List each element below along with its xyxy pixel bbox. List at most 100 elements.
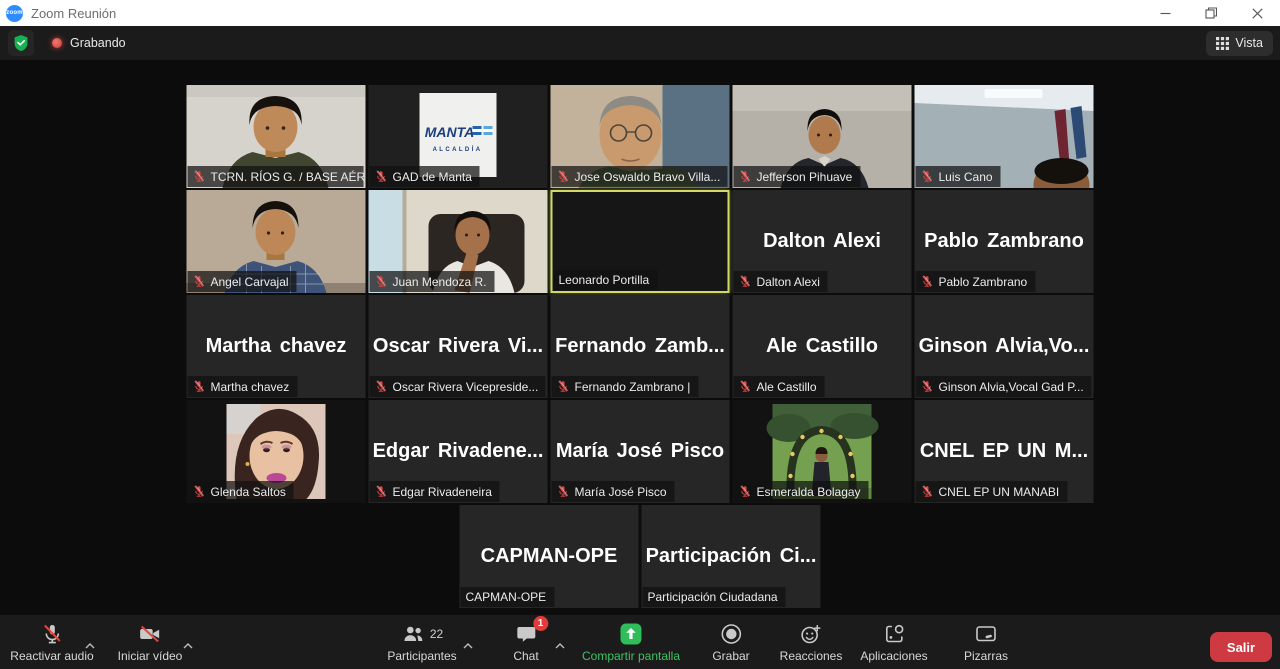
participant-tile-pablo-zambrano[interactable]: Pablo Zambrano Pablo Zambrano xyxy=(915,190,1094,293)
participant-tile-gad-de-manta[interactable]: MANTA ALCALDÍA GAD de Manta xyxy=(369,85,548,188)
participant-tile-juan-mendoza-r[interactable]: Juan Mendoza R. xyxy=(369,190,548,293)
participant-tile-jefferson-pihuave[interactable]: Jefferson Pihuave xyxy=(733,85,912,188)
gallery-grid: TCRN. RÍOS G. / BASE AÉR... MANTA ALCALD… xyxy=(187,85,1094,608)
gallery-row: CAPMAN-OPECAPMAN-OPEParticipación Ci...P… xyxy=(187,505,1094,608)
video-options-chevron[interactable] xyxy=(181,635,195,654)
unmute-audio-label: Reactivar audio xyxy=(10,649,93,663)
label-text: Pablo Zambrano xyxy=(939,276,1028,288)
gallery-row: Angel Carvajal Juan Mendoza R. Leonardo P… xyxy=(187,190,1094,293)
meeting-topbar: Grabando Vista xyxy=(0,26,1280,60)
chevron-up-icon xyxy=(463,643,473,649)
video-off-icon xyxy=(137,622,163,646)
participants-chevron[interactable] xyxy=(461,635,475,654)
apps-button[interactable]: Aplicaciones xyxy=(860,615,927,669)
mic-muted-icon xyxy=(375,380,388,393)
name-label: Edgar Rivadeneira xyxy=(370,481,500,502)
name-label: Glenda Saltos xyxy=(188,481,294,502)
participant-tile-angel-carvajal[interactable]: Angel Carvajal xyxy=(187,190,366,293)
mic-muted-icon xyxy=(193,380,206,393)
share-screen-label: Compartir pantalla xyxy=(582,649,680,663)
participant-tile-tcrn-r-os-g-base-a-r[interactable]: TCRN. RÍOS G. / BASE AÉR... xyxy=(187,85,366,188)
label-text: Leonardo Portilla xyxy=(559,274,650,286)
chat-chevron[interactable] xyxy=(553,635,567,654)
label-text: Dalton Alexi xyxy=(757,276,820,288)
participant-tile-cnel-ep-un-manabi[interactable]: CNEL EP UN M... CNEL EP UN MANABI xyxy=(915,400,1094,503)
mic-muted-icon xyxy=(193,275,206,288)
participant-tile-martha-chavez[interactable]: Martha chavez Martha chavez xyxy=(187,295,366,398)
recording-label: Grabando xyxy=(70,36,126,50)
participant-tile-mar-a-jos-pisco[interactable]: María José Pisco María José Pisco xyxy=(551,400,730,503)
name-label: María José Pisco xyxy=(552,481,675,502)
label-text: Glenda Saltos xyxy=(211,486,286,498)
meeting-toolbar: Reactivar audio Iniciar vídeo xyxy=(0,615,1280,669)
label-text: Jefferson Pihuave xyxy=(757,171,853,183)
minimize-icon xyxy=(1160,8,1171,19)
participant-tile-esmeralda-bolagay[interactable]: Esmeralda Bolagay xyxy=(733,400,912,503)
name-label: CAPMAN-OPE xyxy=(461,587,555,607)
reactions-button[interactable]: Reacciones xyxy=(780,615,843,669)
participants-icon xyxy=(401,622,425,646)
mic-muted-icon xyxy=(739,380,752,393)
participant-tile-glenda-saltos[interactable]: Glenda Saltos xyxy=(187,400,366,503)
zoom-window: zoom Zoom Reunión xyxy=(0,0,1280,669)
name-label: Esmeralda Bolagay xyxy=(734,481,869,502)
label-text: CNEL EP UN MANABI xyxy=(939,486,1060,498)
name-label: Oscar Rivera Vicepreside... xyxy=(370,376,546,397)
chat-button[interactable]: 1 Chat xyxy=(513,615,538,669)
mic-muted-icon xyxy=(921,170,934,183)
label-text: María José Pisco xyxy=(575,486,667,498)
participant-tile-fernando-zambrano[interactable]: Fernando Zamb... Fernando Zambrano | xyxy=(551,295,730,398)
mic-muted-icon xyxy=(921,275,934,288)
label-text: Angel Carvajal xyxy=(211,276,289,288)
whiteboard-button[interactable]: Pizarras xyxy=(964,615,1008,669)
label-text: CAPMAN-OPE xyxy=(466,591,547,603)
participant-tile-dalton-alexi[interactable]: Dalton Alexi Dalton Alexi xyxy=(733,190,912,293)
participant-tile-ale-castillo[interactable]: Ale Castillo Ale Castillo xyxy=(733,295,912,398)
maximize-button[interactable] xyxy=(1188,0,1234,26)
leave-meeting-button[interactable]: Salir xyxy=(1210,632,1272,662)
mic-muted-icon xyxy=(921,485,934,498)
audio-options-chevron[interactable] xyxy=(83,635,97,654)
mic-muted-icon xyxy=(193,485,206,498)
shield-check-icon xyxy=(13,34,29,52)
mic-muted-icon xyxy=(739,170,752,183)
view-label: Vista xyxy=(1235,36,1263,50)
view-button[interactable]: Vista xyxy=(1206,31,1273,56)
minimize-button[interactable] xyxy=(1142,0,1188,26)
participant-tile-participaci-n-ciudadana[interactable]: Participación Ci...Participación Ciudada… xyxy=(642,505,821,608)
label-text: Ginson Alvia,Vocal Gad P... xyxy=(939,381,1084,393)
name-label: TCRN. RÍOS G. / BASE AÉR... xyxy=(188,166,364,187)
participant-tile-ginson-alvia-vocal-gad-p[interactable]: Ginson Alvia,Vo... Ginson Alvia,Vocal Ga… xyxy=(915,295,1094,398)
participant-tile-leonardo-portilla[interactable]: Leonardo Portilla xyxy=(551,190,730,293)
start-video-label: Iniciar vídeo xyxy=(118,649,183,663)
participants-label: Participantes xyxy=(387,649,456,663)
name-label: CNEL EP UN MANABI xyxy=(916,481,1068,502)
close-button[interactable] xyxy=(1234,0,1280,26)
name-label: Leonardo Portilla xyxy=(554,270,658,290)
name-label: Luis Cano xyxy=(916,166,1001,187)
smiley-plus-icon xyxy=(799,622,823,646)
participant-tile-oscar-rivera-vicepreside[interactable]: Oscar Rivera Vi... Oscar Rivera Vicepres… xyxy=(369,295,548,398)
participant-tile-capman-ope[interactable]: CAPMAN-OPECAPMAN-OPE xyxy=(460,505,639,608)
recording-indicator: Grabando xyxy=(52,36,126,50)
name-label: Juan Mendoza R. xyxy=(370,271,495,292)
security-shield-button[interactable] xyxy=(8,30,34,56)
participant-tile-luis-cano[interactable]: Luis Cano xyxy=(915,85,1094,188)
participant-tile-jose-oswaldo-bravo-villa[interactable]: Jose Oswaldo Bravo Villa... xyxy=(551,85,730,188)
start-video-button[interactable]: Iniciar vídeo xyxy=(118,615,183,669)
record-button[interactable]: Grabar xyxy=(712,615,749,669)
label-text: GAD de Manta xyxy=(393,171,472,183)
video-gallery: TCRN. RÍOS G. / BASE AÉR... MANTA ALCALD… xyxy=(0,60,1280,615)
unmute-audio-button[interactable]: Reactivar audio xyxy=(10,615,93,669)
mic-muted-icon xyxy=(375,485,388,498)
participant-count: 22 xyxy=(430,627,443,641)
share-screen-button[interactable]: Compartir pantalla xyxy=(582,615,680,669)
svg-text:ALCALDÍA: ALCALDÍA xyxy=(433,145,483,153)
participants-button[interactable]: 22 Participantes xyxy=(387,615,456,669)
mic-muted-icon xyxy=(557,485,570,498)
label-text: Juan Mendoza R. xyxy=(393,276,487,288)
apps-label: Aplicaciones xyxy=(860,649,927,663)
name-label: Angel Carvajal xyxy=(188,271,297,292)
participant-tile-edgar-rivadeneira[interactable]: Edgar Rivadene... Edgar Rivadeneira xyxy=(369,400,548,503)
label-text: Jose Oswaldo Bravo Villa... xyxy=(575,171,721,183)
